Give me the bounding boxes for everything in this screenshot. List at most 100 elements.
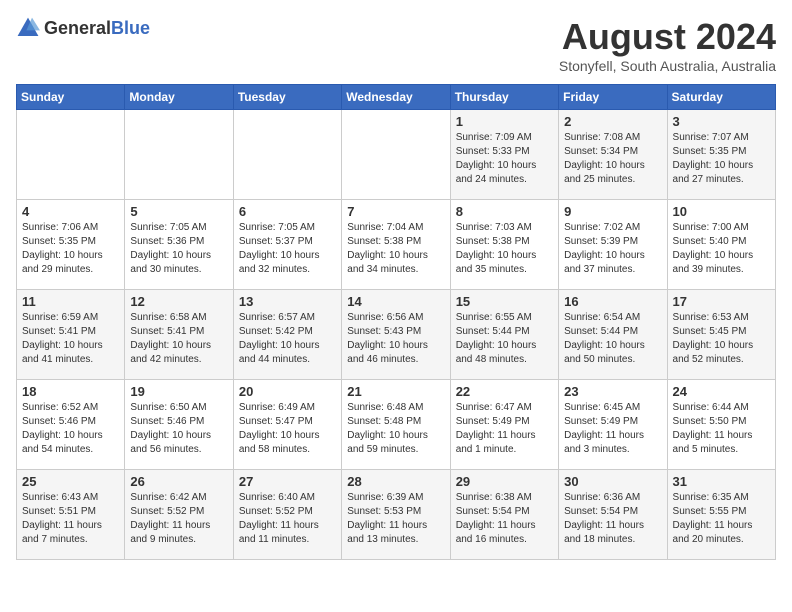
day-number: 23 [564, 384, 661, 399]
week-row-4: 18Sunrise: 6:52 AMSunset: 5:46 PMDayligh… [17, 380, 776, 470]
calendar-cell [233, 110, 341, 200]
logo-text-blue: Blue [111, 18, 150, 38]
calendar-cell: 12 Sunrise: 6:58 AMSunset: 5:41 PMDayligh… [125, 290, 233, 380]
day-info: Sunrise: 6:48 AMSunset: 5:48 PMDaylight:… [347, 401, 444, 457]
week-row-1: 1Sunrise: 7:09 AMSunset: 5:33 PMDaylight… [17, 110, 776, 200]
calendar-cell: 3 Sunrise: 7:07 AMSunset: 5:35 PMDaylight… [667, 110, 775, 200]
day-number: 14 [347, 294, 444, 309]
day-info: Sunrise: 6:54 AMSunset: 5:44 PMDaylight:… [564, 311, 661, 367]
calendar-cell [17, 110, 125, 200]
day-number: 6 [239, 204, 336, 219]
day-info: Sunrise: 6:49 AMSunset: 5:47 PMDaylight:… [239, 401, 336, 457]
weekday-thursday: Thursday [450, 85, 558, 110]
calendar-cell: 11 Sunrise: 6:59 AMSunset: 5:41 PMDayligh… [17, 290, 125, 380]
title-area: August 2024 Stonyfell, South Australia, … [559, 16, 776, 74]
day-number: 8 [456, 204, 553, 219]
calendar-header: SundayMondayTuesdayWednesdayThursdayFrid… [17, 85, 776, 110]
day-info: Sunrise: 6:44 AMSunset: 5:50 PMDaylight:… [673, 401, 770, 457]
week-row-5: 25 Sunrise: 6:43 AMSunset: 5:51 PMDayligh… [17, 470, 776, 560]
day-info: Sunrise: 6:52 AMSunset: 5:46 PMDaylight:… [22, 401, 119, 457]
day-info: Sunrise: 6:56 AMSunset: 5:43 PMDaylight:… [347, 311, 444, 367]
weekday-friday: Friday [559, 85, 667, 110]
calendar-cell: 10 Sunrise: 7:00 AMSunset: 5:40 PMDayligh… [667, 200, 775, 290]
day-number: 9 [564, 204, 661, 219]
calendar-cell: 18Sunrise: 6:52 AMSunset: 5:46 PMDayligh… [17, 380, 125, 470]
calendar-cell: 19 Sunrise: 6:50 AMSunset: 5:46 PMDayligh… [125, 380, 233, 470]
calendar-cell: 27Sunrise: 6:40 AMSunset: 5:52 PMDayligh… [233, 470, 341, 560]
calendar-cell: 28Sunrise: 6:39 AMSunset: 5:53 PMDayligh… [342, 470, 450, 560]
day-number: 24 [673, 384, 770, 399]
day-number: 22 [456, 384, 553, 399]
weekday-row: SundayMondayTuesdayWednesdayThursdayFrid… [17, 85, 776, 110]
header: GeneralBlue August 2024 Stonyfell, South… [16, 16, 776, 74]
calendar-cell: 17 Sunrise: 6:53 AMSunset: 5:45 PMDayligh… [667, 290, 775, 380]
day-info: Sunrise: 6:53 AMSunset: 5:45 PMDaylight:… [673, 311, 770, 367]
day-info: Sunrise: 7:00 AMSunset: 5:40 PMDaylight:… [673, 221, 770, 277]
day-info: Sunrise: 7:05 AMSunset: 5:37 PMDaylight:… [239, 221, 336, 277]
calendar-cell [342, 110, 450, 200]
logo: GeneralBlue [16, 16, 150, 40]
month-year: August 2024 [559, 16, 776, 58]
day-number: 25 [22, 474, 119, 489]
day-number: 26 [130, 474, 227, 489]
day-number: 19 [130, 384, 227, 399]
calendar-cell: 26 Sunrise: 6:42 AMSunset: 5:52 PMDayligh… [125, 470, 233, 560]
calendar-cell: 2Sunrise: 7:08 AMSunset: 5:34 PMDaylight… [559, 110, 667, 200]
day-info: Sunrise: 6:38 AMSunset: 5:54 PMDaylight:… [456, 491, 553, 547]
logo-icon [16, 16, 40, 40]
day-number: 2 [564, 114, 661, 129]
day-info: Sunrise: 6:36 AMSunset: 5:54 PMDaylight:… [564, 491, 661, 547]
day-info: Sunrise: 6:43 AMSunset: 5:51 PMDaylight:… [22, 491, 119, 547]
calendar-cell: 21 Sunrise: 6:48 AMSunset: 5:48 PMDayligh… [342, 380, 450, 470]
calendar-cell: 1Sunrise: 7:09 AMSunset: 5:33 PMDaylight… [450, 110, 558, 200]
calendar-cell: 31 Sunrise: 6:35 AMSunset: 5:55 PMDayligh… [667, 470, 775, 560]
day-number: 12 [130, 294, 227, 309]
day-info: Sunrise: 6:42 AMSunset: 5:52 PMDaylight:… [130, 491, 227, 547]
day-number: 11 [22, 294, 119, 309]
calendar-cell: 13 Sunrise: 6:57 AMSunset: 5:42 PMDayligh… [233, 290, 341, 380]
day-number: 13 [239, 294, 336, 309]
calendar-cell: 8 Sunrise: 7:03 AMSunset: 5:38 PMDaylight… [450, 200, 558, 290]
day-number: 31 [673, 474, 770, 489]
week-row-3: 11 Sunrise: 6:59 AMSunset: 5:41 PMDayligh… [17, 290, 776, 380]
day-info: Sunrise: 6:40 AMSunset: 5:52 PMDaylight:… [239, 491, 336, 547]
day-number: 5 [130, 204, 227, 219]
day-number: 21 [347, 384, 444, 399]
day-number: 17 [673, 294, 770, 309]
day-number: 29 [456, 474, 553, 489]
day-info: Sunrise: 7:04 AMSunset: 5:38 PMDaylight:… [347, 221, 444, 277]
day-number: 4 [22, 204, 119, 219]
day-info: Sunrise: 7:05 AMSunset: 5:36 PMDaylight:… [130, 221, 227, 277]
day-info: Sunrise: 7:02 AMSunset: 5:39 PMDaylight:… [564, 221, 661, 277]
day-number: 3 [673, 114, 770, 129]
week-row-2: 4Sunrise: 7:06 AMSunset: 5:35 PMDaylight… [17, 200, 776, 290]
calendar-cell: 20 Sunrise: 6:49 AMSunset: 5:47 PMDayligh… [233, 380, 341, 470]
day-number: 30 [564, 474, 661, 489]
location: Stonyfell, South Australia, Australia [559, 58, 776, 74]
day-info: Sunrise: 6:47 AMSunset: 5:49 PMDaylight:… [456, 401, 553, 457]
calendar-cell: 5 Sunrise: 7:05 AMSunset: 5:36 PMDaylight… [125, 200, 233, 290]
day-info: Sunrise: 6:59 AMSunset: 5:41 PMDaylight:… [22, 311, 119, 367]
day-number: 16 [564, 294, 661, 309]
day-info: Sunrise: 6:39 AMSunset: 5:53 PMDaylight:… [347, 491, 444, 547]
calendar-cell: 16 Sunrise: 6:54 AMSunset: 5:44 PMDayligh… [559, 290, 667, 380]
calendar-cell: 30 Sunrise: 6:36 AMSunset: 5:54 PMDayligh… [559, 470, 667, 560]
weekday-wednesday: Wednesday [342, 85, 450, 110]
calendar-cell: 6 Sunrise: 7:05 AMSunset: 5:37 PMDaylight… [233, 200, 341, 290]
calendar-cell: 24 Sunrise: 6:44 AMSunset: 5:50 PMDayligh… [667, 380, 775, 470]
weekday-tuesday: Tuesday [233, 85, 341, 110]
calendar-table: SundayMondayTuesdayWednesdayThursdayFrid… [16, 84, 776, 560]
day-info: Sunrise: 6:35 AMSunset: 5:55 PMDaylight:… [673, 491, 770, 547]
day-info: Sunrise: 7:03 AMSunset: 5:38 PMDaylight:… [456, 221, 553, 277]
day-info: Sunrise: 6:50 AMSunset: 5:46 PMDaylight:… [130, 401, 227, 457]
calendar-cell: 14 Sunrise: 6:56 AMSunset: 5:43 PMDayligh… [342, 290, 450, 380]
day-number: 20 [239, 384, 336, 399]
day-info: Sunrise: 6:57 AMSunset: 5:42 PMDaylight:… [239, 311, 336, 367]
weekday-monday: Monday [125, 85, 233, 110]
calendar-cell [125, 110, 233, 200]
day-number: 10 [673, 204, 770, 219]
calendar-cell: 7Sunrise: 7:04 AMSunset: 5:38 PMDaylight… [342, 200, 450, 290]
day-info: Sunrise: 6:58 AMSunset: 5:41 PMDaylight:… [130, 311, 227, 367]
day-info: Sunrise: 6:45 AMSunset: 5:49 PMDaylight:… [564, 401, 661, 457]
day-info: Sunrise: 7:07 AMSunset: 5:35 PMDaylight:… [673, 131, 770, 187]
